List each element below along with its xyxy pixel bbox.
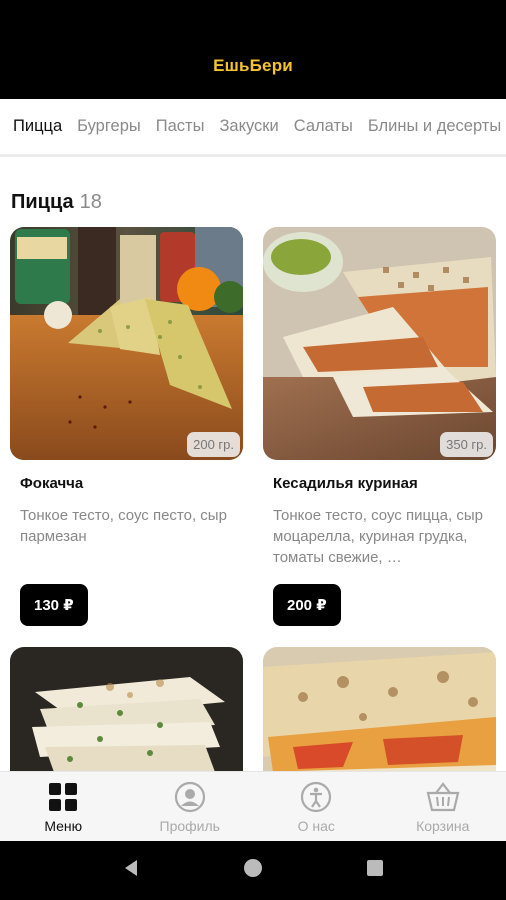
price-button[interactable]: 200 ₽ — [273, 584, 341, 626]
nav-label: Профиль — [159, 817, 220, 834]
product-name: Кесадилья куриная — [273, 475, 418, 492]
system-nav-bar — [0, 841, 506, 900]
product-card[interactable]: 200 гр. Фокачча Тонкое тесто, соус песто… — [10, 227, 243, 626]
product-image-focaccia[interactable]: 200 гр. — [10, 227, 243, 460]
tab-salads[interactable]: Салаты — [294, 117, 353, 136]
product-description: Тонкое тесто, соус песто, сыр пармезан — [20, 507, 227, 545]
grid-icon — [46, 780, 80, 814]
home-icon[interactable] — [243, 858, 263, 883]
recents-icon[interactable] — [365, 858, 385, 883]
profile-icon — [173, 780, 207, 814]
section-title-text: Пицца — [11, 191, 74, 213]
weight-badge: 200 гр. — [187, 432, 240, 457]
app-title: ЕшьБери — [213, 55, 293, 75]
nav-label: О нас — [297, 817, 335, 834]
quesadilla-spinach-photo — [10, 647, 243, 771]
category-tabs: Пицца Бургеры Пасты Закуски Салаты Блины… — [0, 99, 506, 157]
content-area: Пицца Бургеры Пасты Закуски Салаты Блины… — [0, 99, 506, 771]
price-button[interactable]: 130 ₽ — [20, 584, 88, 626]
nav-cart[interactable]: Корзина — [380, 772, 506, 841]
nav-profile[interactable]: Профиль — [127, 772, 254, 841]
product-image[interactable] — [10, 647, 243, 771]
nav-label: Меню — [44, 817, 83, 834]
tab-burgers[interactable]: Бургеры — [77, 117, 141, 136]
nav-label: Корзина — [416, 817, 470, 834]
product-image-quesadilla[interactable]: 350 гр. — [263, 227, 496, 460]
quesadilla-tomato-photo — [263, 647, 496, 771]
product-name: Фокачча — [20, 475, 84, 492]
tab-pancakes[interactable]: Блины и десерты — [368, 117, 501, 136]
product-card[interactable] — [10, 647, 243, 771]
section-title: Пицца 18 — [11, 191, 102, 214]
product-card[interactable]: 350 гр. Кесадилья куриная Тонкое тесто, … — [263, 227, 496, 626]
product-image[interactable] — [263, 647, 496, 771]
tab-snacks[interactable]: Закуски — [219, 117, 278, 136]
nav-menu[interactable]: Меню — [0, 772, 127, 841]
back-icon[interactable] — [121, 858, 141, 883]
product-card[interactable] — [263, 647, 496, 771]
focaccia-photo — [10, 227, 243, 460]
product-description: Тонкое тесто, соус пицца, сыр моцарелла,… — [273, 507, 483, 566]
info-icon — [299, 780, 333, 814]
section-count: 18 — [79, 191, 102, 213]
tab-pasta[interactable]: Пасты — [156, 117, 205, 136]
chicken-quesadilla-photo — [263, 227, 496, 460]
nav-about[interactable]: О нас — [253, 772, 380, 841]
tab-pizza[interactable]: Пицца — [13, 117, 62, 136]
app-bar: ЕшьБери — [0, 0, 506, 99]
basket-icon — [426, 780, 460, 814]
weight-badge: 350 гр. — [440, 432, 493, 457]
bottom-nav: Меню Профиль О нас Корзина — [0, 771, 506, 841]
